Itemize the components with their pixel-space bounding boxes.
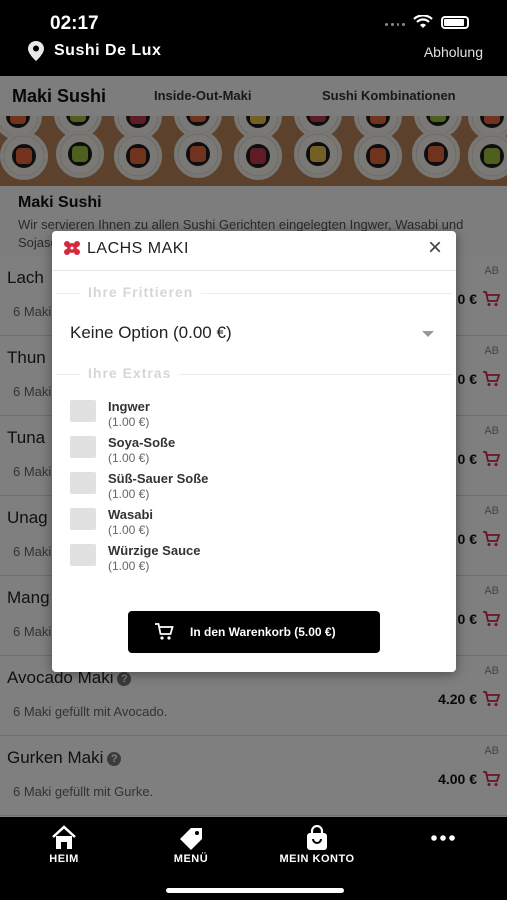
bottom-navigation: HEIM MENÜ MEIN KONTO xyxy=(0,817,507,900)
extra-option[interactable]: Würzige Sauce (1.00 €) xyxy=(70,543,370,579)
fry-option-select[interactable]: Keine Option (0.00 €) xyxy=(70,319,438,349)
chevron-down-icon xyxy=(422,331,434,337)
extra-name: Ingwer xyxy=(108,399,150,414)
status-icons xyxy=(385,15,469,29)
fry-options-label: Ihre Frittieren xyxy=(80,284,202,300)
nav-more[interactable] xyxy=(393,825,493,853)
close-icon[interactable]: × xyxy=(428,236,442,260)
location-pin-icon xyxy=(28,41,44,61)
brand-logo-icon xyxy=(64,241,80,255)
nav-account-label: MEIN KONTO xyxy=(279,853,355,865)
add-to-cart-button[interactable]: In den Warenkorb (5.00 €) xyxy=(128,611,380,653)
extra-name: Wasabi xyxy=(108,507,154,522)
extra-option[interactable]: Ingwer (1.00 €) xyxy=(70,399,370,435)
nav-home[interactable]: HEIM xyxy=(14,825,114,865)
extra-checkbox[interactable] xyxy=(70,472,96,494)
modal-header: LACHS MAKI × xyxy=(52,231,456,271)
app-header: Sushi De Lux Abholung xyxy=(0,38,507,76)
extra-checkbox[interactable] xyxy=(70,544,96,566)
pickup-mode[interactable]: Abholung xyxy=(424,44,483,60)
product-options-modal: LACHS MAKI × Ihre Frittieren Keine Optio… xyxy=(52,231,456,672)
nav-menu-label: MENÜ xyxy=(173,853,209,865)
wifi-icon xyxy=(413,15,433,28)
more-icon xyxy=(431,835,455,841)
nav-menu[interactable]: MENÜ xyxy=(141,825,241,865)
extras-legend: Ihre Extras xyxy=(52,365,456,385)
store-name[interactable]: Sushi De Lux xyxy=(54,42,161,60)
nav-home-label: HEIM xyxy=(49,853,79,865)
extra-price: (1.00 €) xyxy=(108,415,150,429)
home-indicator xyxy=(166,888,344,893)
home-icon xyxy=(52,825,76,849)
extra-checkbox[interactable] xyxy=(70,400,96,422)
tag-icon xyxy=(180,828,202,850)
add-to-cart-label: In den Warenkorb (5.00 €) xyxy=(190,625,336,639)
cart-icon xyxy=(155,623,174,640)
fry-option-value: Keine Option (0.00 €) xyxy=(70,323,232,342)
extra-name: Soya-Soße xyxy=(108,435,176,450)
extra-checkbox[interactable] xyxy=(70,508,96,530)
extra-option[interactable]: Wasabi (1.00 €) xyxy=(70,507,370,543)
fry-options-legend: Ihre Frittieren xyxy=(52,284,456,304)
status-time: 02:17 xyxy=(50,13,99,34)
extra-name: Süß-Sauer Soße xyxy=(108,471,209,486)
extra-price: (1.00 €) xyxy=(108,451,150,465)
status-bar: 02:17 xyxy=(0,0,507,38)
extra-price: (1.00 €) xyxy=(108,523,150,537)
extra-price: (1.00 €) xyxy=(108,559,150,573)
bag-icon xyxy=(307,825,327,850)
extra-price: (1.00 €) xyxy=(108,487,150,501)
nav-account[interactable]: MEIN KONTO xyxy=(267,825,367,865)
modal-title: LACHS MAKI xyxy=(87,240,189,257)
extra-checkbox[interactable] xyxy=(70,436,96,458)
battery-icon xyxy=(441,15,469,29)
extras-label: Ihre Extras xyxy=(80,365,180,381)
extra-option[interactable]: Süß-Sauer Soße (1.00 €) xyxy=(70,471,370,507)
extra-name: Würzige Sauce xyxy=(108,543,201,558)
extra-option[interactable]: Soya-Soße (1.00 €) xyxy=(70,435,370,471)
signal-icon xyxy=(385,18,405,26)
